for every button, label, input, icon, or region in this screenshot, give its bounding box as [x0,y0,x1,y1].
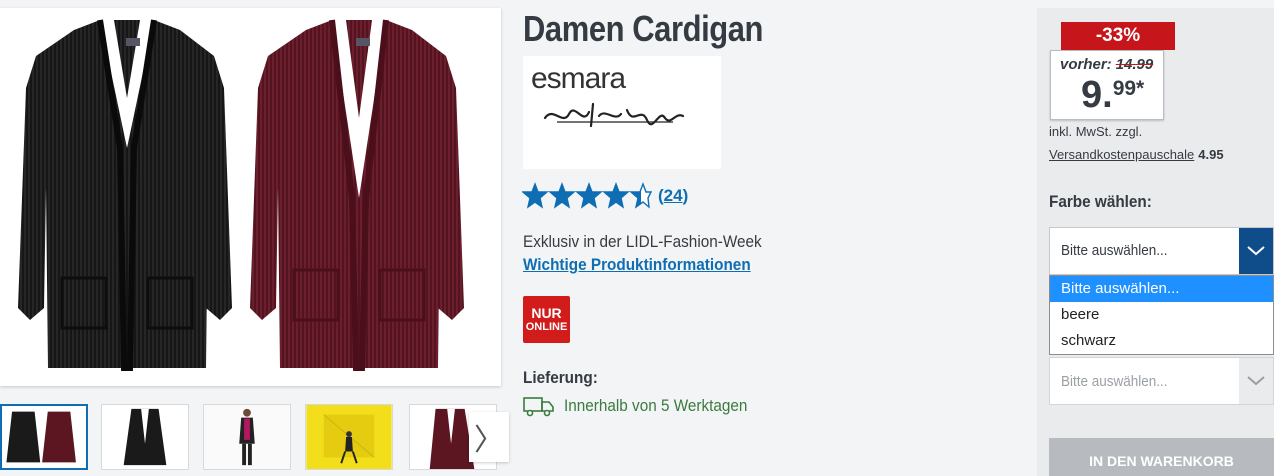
brand-logo: esmara [523,56,721,169]
color-select-label: Farbe wählen: [1049,192,1152,211]
color-dropdown-list: Bitte auswählen... beere schwarz [1049,275,1274,355]
half-star-icon [629,182,652,209]
shipping-cost-value: 4.95 [1198,147,1224,162]
chevron-down-icon[interactable] [1239,358,1273,404]
product-rating[interactable]: (24) [522,182,688,210]
star-icon [522,182,549,209]
old-price: vorher: 14.99 [1060,56,1154,73]
delivery-time: Innerhalb von 5 Werktagen [564,396,748,415]
product-title: Damen Cardigan [523,8,764,49]
cardigans-illustration [18,19,464,371]
thumbnail-item[interactable] [305,404,393,470]
color-select[interactable]: Bitte auswählen... [1049,227,1274,275]
shipping-cost: Versandkostenpauschale 4.95 [1049,147,1224,162]
dropdown-option[interactable]: Bitte auswählen... [1050,276,1273,302]
star-icon [575,182,603,209]
thumbnail-strip: 〉 [0,404,510,470]
thumbnail-item[interactable] [101,404,189,470]
thumbnail-next-button[interactable]: 〉 [469,412,509,462]
discount-badge: -33% [1061,22,1175,50]
exclusive-note: Exklusiv in der LIDL-Fashion-Week [523,232,762,251]
product-info-link[interactable]: Wichtige Produktinformationen [523,255,751,275]
star-icon [602,182,630,209]
delivery-label: Lieferung: [523,368,598,387]
current-price: 9.99* [1081,74,1145,116]
brand-name: esmara [531,62,626,95]
thumbnail-item[interactable] [203,404,291,470]
chevron-down-icon[interactable] [1239,228,1273,274]
price-box: vorher: 14.99 9.99* [1050,50,1164,120]
vat-note: inkl. MwSt. zzgl. [1049,124,1143,139]
star-icon [548,182,576,209]
star-rating-icon [522,182,652,210]
online-only-badge: NUR ONLINE [523,296,570,343]
truck-icon [523,397,554,417]
color-select-value: Bitte auswählen... [1061,242,1168,259]
thumbnail-item[interactable] [0,404,88,470]
dropdown-option[interactable]: beere [1050,302,1273,328]
size-select-placeholder: Bitte auswählen... [1061,373,1168,390]
add-to-cart-button[interactable]: IN DEN WARENKORB [1049,438,1274,476]
size-select[interactable]: Bitte auswählen... [1049,357,1274,405]
review-count-link[interactable]: (24) [658,186,688,206]
dropdown-option[interactable]: schwarz [1050,328,1273,354]
delivery-info: Innerhalb von 5 Werktagen [523,395,768,417]
main-product-image[interactable] [0,8,501,386]
shipping-cost-link[interactable]: Versandkostenpauschale [1049,147,1194,162]
